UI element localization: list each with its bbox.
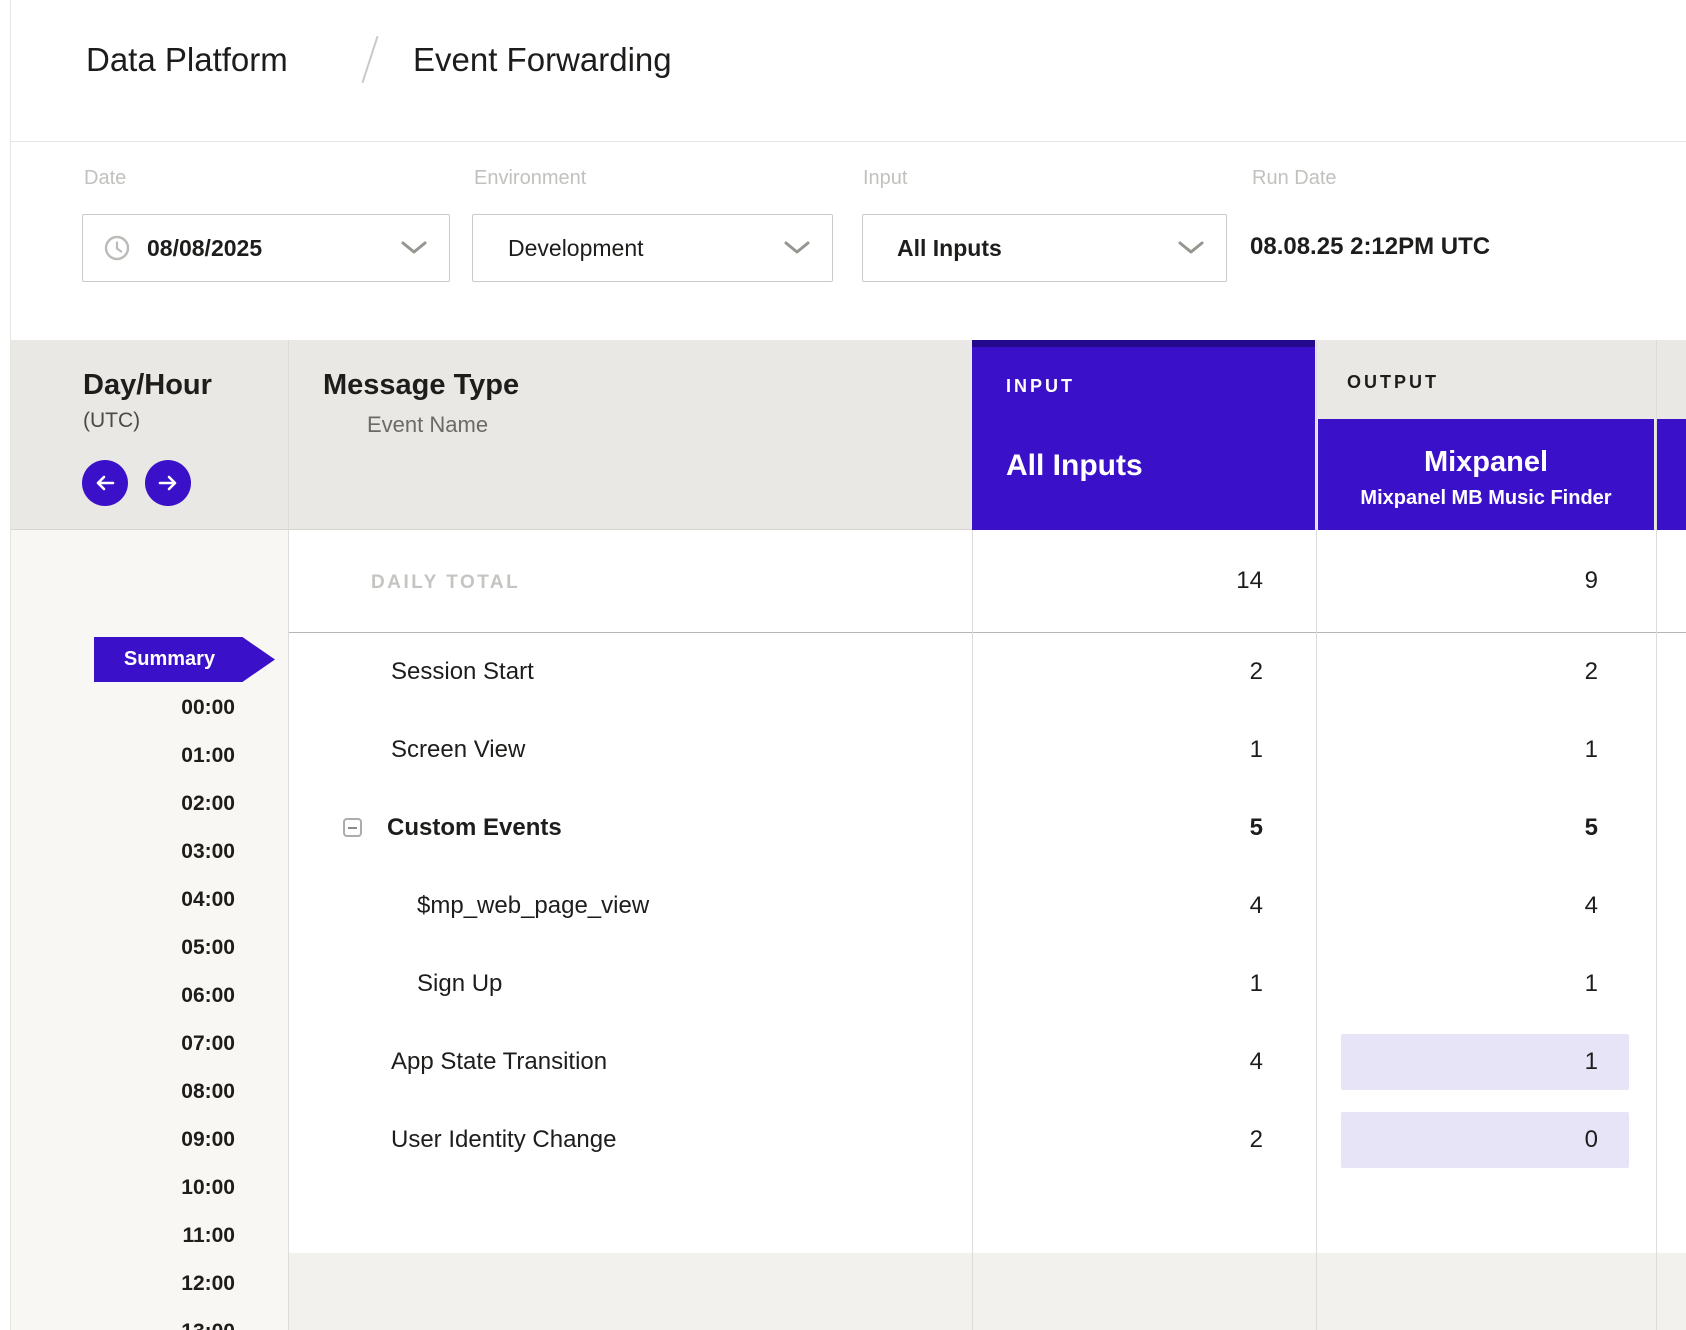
day-hour-timezone: (UTC) bbox=[83, 409, 140, 433]
arrow-right-icon bbox=[156, 471, 180, 495]
daily-total-input-value: 14 bbox=[972, 530, 1316, 632]
event-name: Session Start bbox=[391, 633, 534, 711]
hour-item[interactable]: 00:00 bbox=[11, 695, 235, 721]
previous-day-button[interactable] bbox=[82, 460, 128, 506]
next-day-button[interactable] bbox=[145, 460, 191, 506]
hour-item[interactable]: 13:00 bbox=[11, 1319, 235, 1330]
hour-item[interactable]: 07:00 bbox=[11, 1031, 235, 1057]
table-footer-area bbox=[289, 1253, 1686, 1330]
environment-dropdown[interactable]: Development bbox=[472, 214, 833, 282]
input-header-title: All Inputs bbox=[1006, 449, 1143, 483]
hour-item[interactable]: 10:00 bbox=[11, 1175, 235, 1201]
hour-item[interactable]: 08:00 bbox=[11, 1079, 235, 1105]
hour-item[interactable]: 03:00 bbox=[11, 839, 235, 865]
input-filter-label: Input bbox=[863, 167, 907, 190]
breadcrumb-section[interactable]: Data Platform bbox=[86, 39, 288, 81]
environment-dropdown-value: Development bbox=[494, 235, 644, 262]
environment-filter-label: Environment bbox=[474, 167, 586, 190]
output-header-subtitle: Mixpanel MB Music Finder bbox=[1318, 487, 1654, 510]
hour-item[interactable]: 11:00 bbox=[11, 1223, 235, 1249]
run-date-value: 08.08.25 2:12PM UTC bbox=[1250, 233, 1490, 261]
sidebar-column-border bbox=[288, 340, 289, 1330]
date-dropdown-value: 08/08/2025 bbox=[147, 235, 262, 262]
chevron-down-icon bbox=[401, 240, 427, 256]
output-header-title: Mixpanel bbox=[1318, 446, 1654, 479]
output-count: 1 bbox=[1318, 711, 1656, 789]
daily-total-separator bbox=[289, 632, 1686, 633]
summary-tab[interactable]: Summary bbox=[94, 637, 275, 682]
output-count: 5 bbox=[1318, 789, 1656, 867]
input-count: 2 bbox=[972, 633, 1316, 711]
hour-item[interactable]: 02:00 bbox=[11, 791, 235, 817]
hour-item[interactable]: 04:00 bbox=[11, 887, 235, 913]
run-date-label: Run Date bbox=[1252, 167, 1337, 190]
output-column-header: Mixpanel Mixpanel MB Music Finder bbox=[1318, 419, 1654, 530]
hour-item[interactable]: 01:00 bbox=[11, 743, 235, 769]
output-count: 1 bbox=[1318, 945, 1656, 1023]
event-name: User Identity Change bbox=[391, 1101, 616, 1179]
event-forwarding-page: Data Platform Event Forwarding Date Envi… bbox=[0, 0, 1686, 1330]
message-type-header: Message Type bbox=[323, 369, 519, 402]
chevron-down-icon bbox=[784, 240, 810, 256]
day-hour-header: Day/Hour bbox=[83, 369, 212, 402]
date-filter-label: Date bbox=[84, 167, 126, 190]
input-count: 1 bbox=[972, 945, 1316, 1023]
breadcrumb-page[interactable]: Event Forwarding bbox=[413, 39, 672, 81]
input-dropdown[interactable]: All Inputs bbox=[862, 214, 1227, 282]
output-column-border bbox=[1316, 340, 1317, 1330]
next-output-column-header bbox=[1657, 419, 1686, 530]
event-name: App State Transition bbox=[391, 1023, 607, 1101]
hour-item[interactable]: 05:00 bbox=[11, 935, 235, 961]
input-count: 4 bbox=[972, 867, 1316, 945]
input-count: 1 bbox=[972, 711, 1316, 789]
hour-item[interactable]: 12:00 bbox=[11, 1271, 235, 1297]
output-count-highlighted: 0 bbox=[1341, 1112, 1629, 1168]
output-count: 2 bbox=[1318, 633, 1656, 711]
output-eyebrow: OUTPUT bbox=[1347, 372, 1439, 393]
hour-item[interactable]: 06:00 bbox=[11, 983, 235, 1009]
clock-icon bbox=[104, 235, 130, 261]
date-dropdown[interactable]: 08/08/2025 bbox=[82, 214, 450, 282]
left-panel-divider bbox=[10, 0, 11, 1330]
event-name: Sign Up bbox=[417, 945, 502, 1023]
event-name-subheader: Event Name bbox=[367, 412, 488, 438]
breadcrumb-separator bbox=[361, 36, 378, 83]
input-header-accent-strip bbox=[972, 340, 1315, 347]
input-count: 4 bbox=[972, 1023, 1316, 1101]
output-count: 4 bbox=[1318, 867, 1656, 945]
minus-square-icon[interactable] bbox=[343, 818, 362, 837]
daily-total-output-value: 9 bbox=[1318, 530, 1656, 632]
input-dropdown-value: All Inputs bbox=[884, 235, 1002, 262]
daily-total-label: DAILY TOTAL bbox=[371, 572, 520, 594]
arrow-left-icon bbox=[93, 471, 117, 495]
output-count-highlighted: 1 bbox=[1341, 1034, 1629, 1090]
event-name: Custom Events bbox=[387, 789, 562, 867]
input-column-header: INPUT All Inputs bbox=[972, 340, 1315, 530]
chevron-down-icon bbox=[1178, 240, 1204, 256]
input-count: 5 bbox=[972, 789, 1316, 867]
input-eyebrow: INPUT bbox=[1006, 376, 1075, 397]
breadcrumb: Data Platform Event Forwarding bbox=[11, 0, 1686, 142]
input-count: 2 bbox=[972, 1101, 1316, 1179]
hour-item[interactable]: 09:00 bbox=[11, 1127, 235, 1153]
event-name: $mp_web_page_view bbox=[417, 867, 649, 945]
event-name: Screen View bbox=[391, 711, 525, 789]
